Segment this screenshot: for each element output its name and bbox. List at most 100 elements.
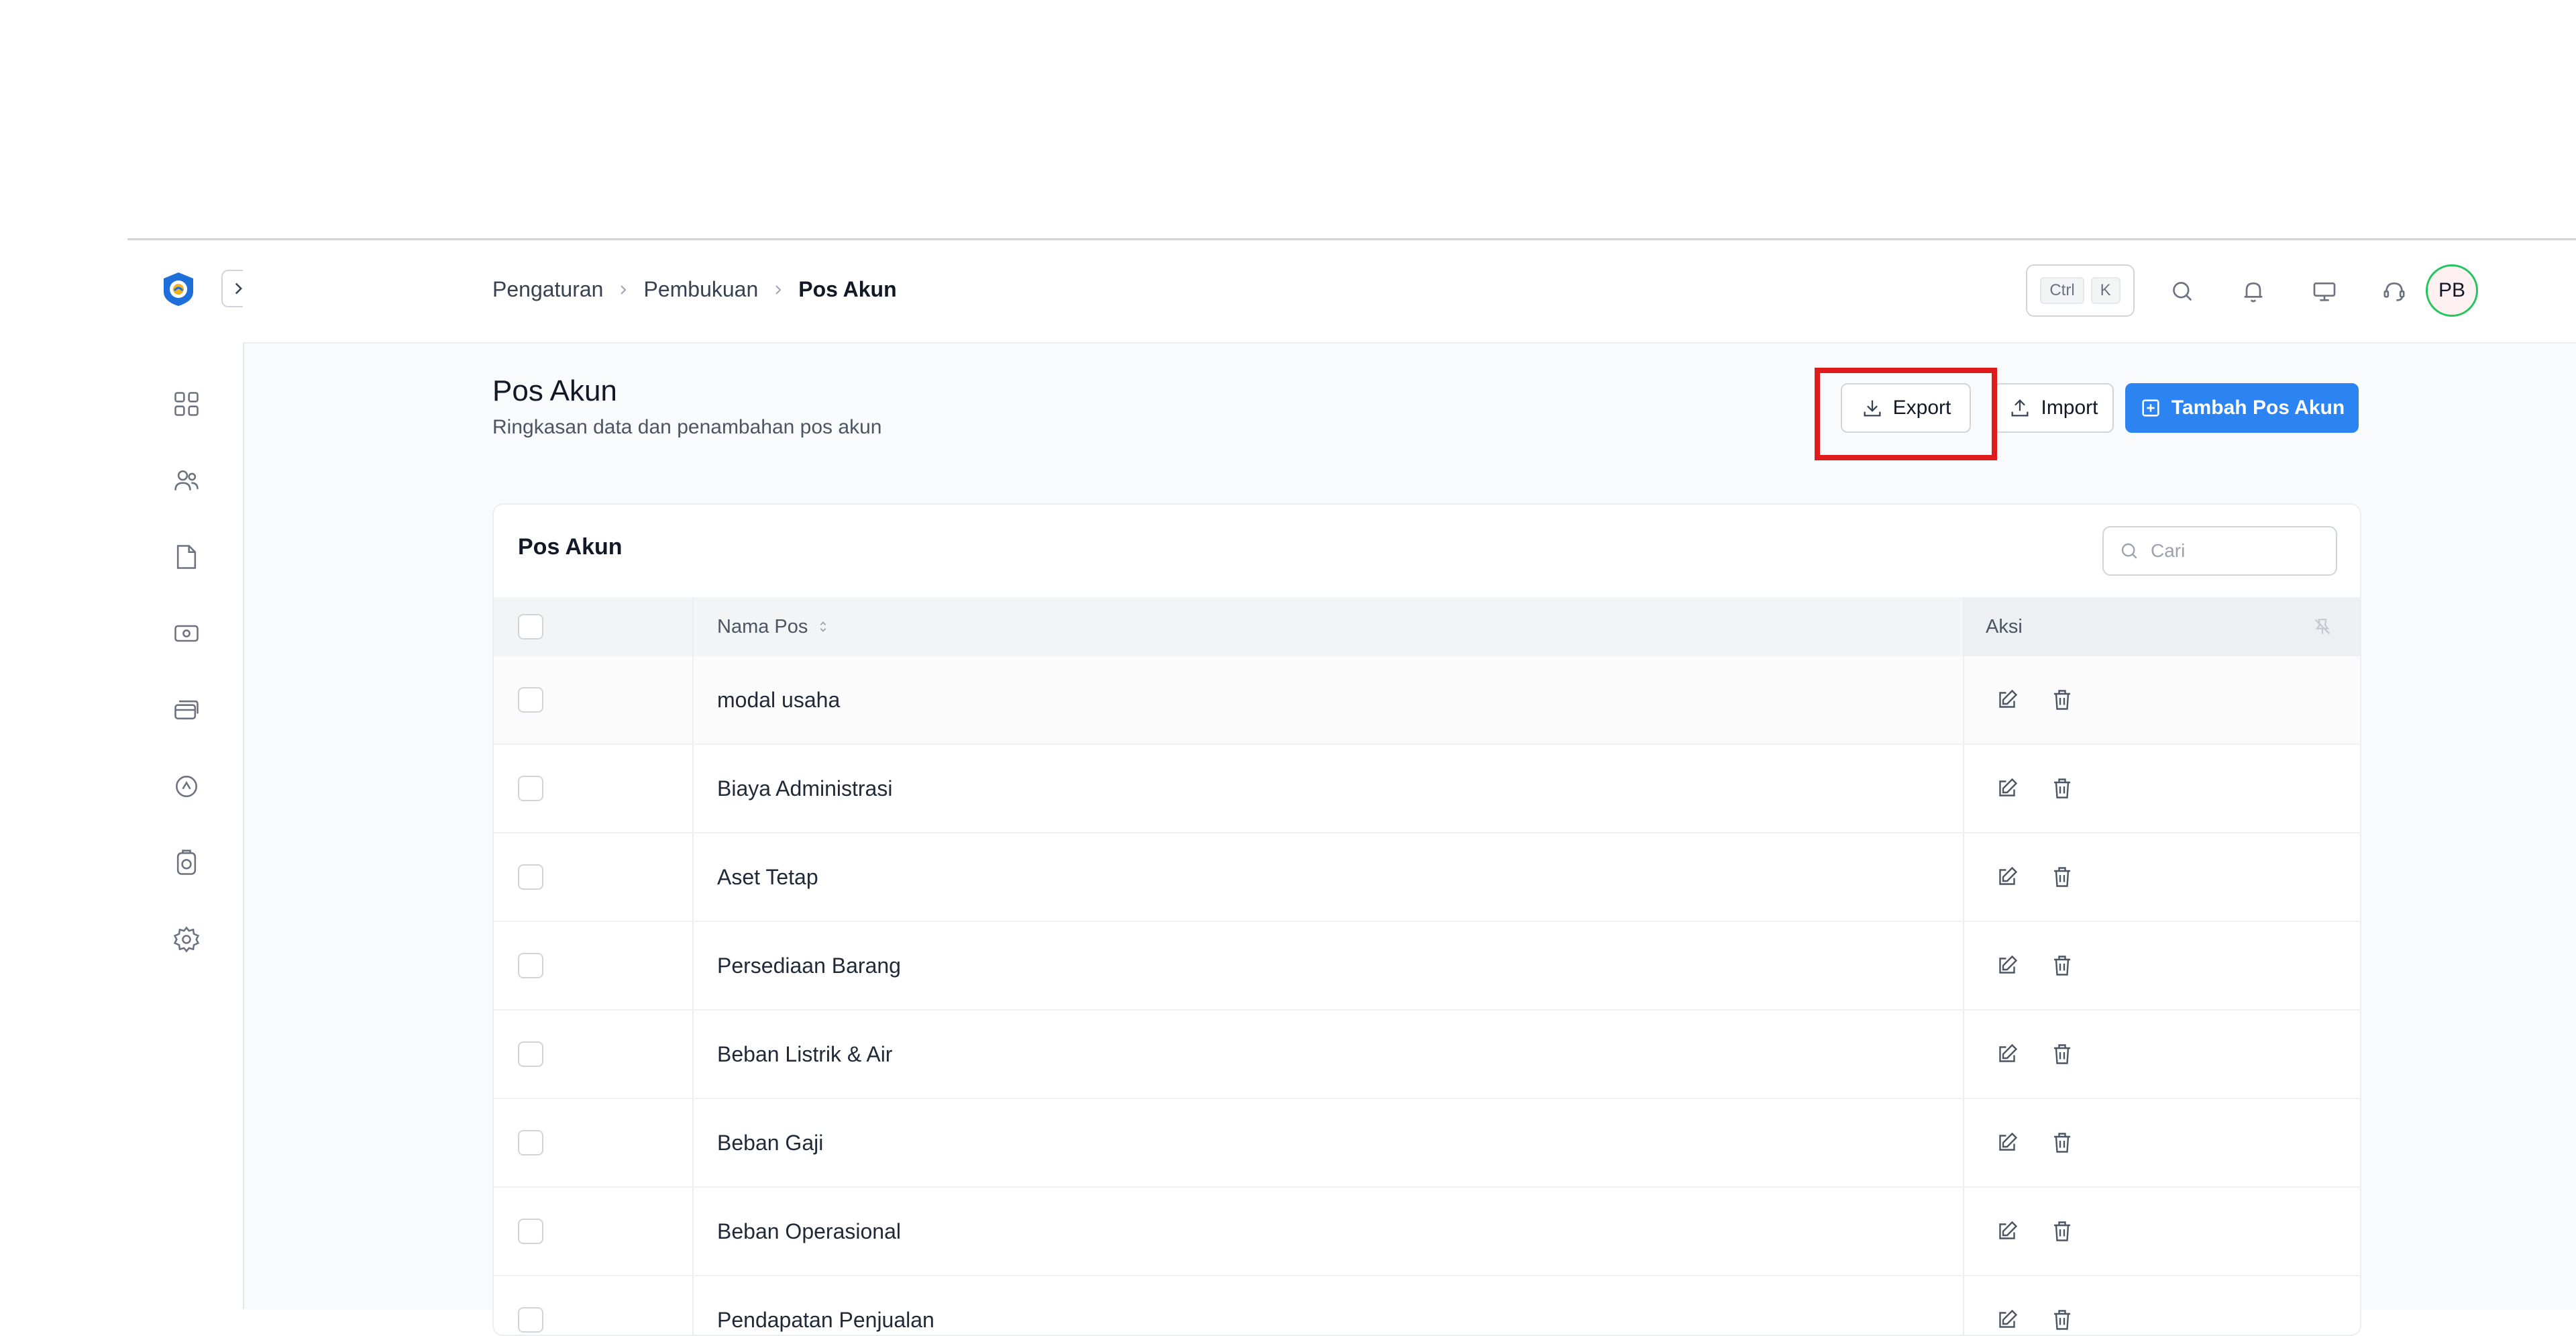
sidebar-item-dashboard[interactable] <box>170 388 203 420</box>
headset-icon <box>2383 282 2405 301</box>
edit-button[interactable] <box>1994 1041 2021 1068</box>
row-actions-cell <box>1963 656 2360 743</box>
row-checkbox[interactable] <box>518 1219 543 1244</box>
notifications-button[interactable] <box>2236 274 2271 309</box>
upload-icon <box>2012 399 2029 417</box>
page-title: Pos Akun <box>492 374 617 407</box>
sidebar-item-payments[interactable] <box>170 694 203 726</box>
plus-square-icon <box>2142 399 2159 417</box>
row-check-cell <box>494 1011 694 1098</box>
row-name: modal usaha <box>717 687 841 712</box>
page-subtitle: Ringkasan data dan penambahan pos akun <box>492 416 882 438</box>
delete-button[interactable] <box>2049 686 2076 713</box>
folder-icon <box>176 545 197 569</box>
trash-icon <box>2054 778 2070 799</box>
edit-button[interactable] <box>1994 952 2021 979</box>
chevron-right-icon <box>615 282 631 298</box>
row-checkbox[interactable] <box>518 864 543 890</box>
table-search[interactable] <box>2102 526 2337 576</box>
edit-icon <box>1999 1132 2018 1151</box>
add-pos-akun-button[interactable]: Tambah Pos Akun <box>2125 383 2359 433</box>
edit-button[interactable] <box>1994 1218 2021 1245</box>
select-all-checkbox[interactable] <box>518 614 543 639</box>
highlight-annotation <box>1815 368 1997 460</box>
app-logo-icon[interactable] <box>160 270 197 308</box>
row-check-cell <box>494 656 694 743</box>
sidebar-item-finance[interactable] <box>170 617 203 650</box>
sidebar-item-inventory[interactable] <box>170 847 203 879</box>
edit-button[interactable] <box>1994 1306 2021 1333</box>
trash-icon <box>2054 1133 2070 1153</box>
column-header-nama-pos[interactable]: Nama Pos <box>717 597 830 656</box>
user-avatar[interactable]: PB <box>2426 264 2478 317</box>
pos-akun-table: Nama Pos Aksi modal usaha Biaya Administ… <box>494 597 2360 1335</box>
row-actions-cell <box>1963 1099 2360 1186</box>
delete-button[interactable] <box>2049 1218 2076 1245</box>
column-header-aksi: Aksi <box>1963 597 2360 656</box>
row-checkbox[interactable] <box>518 1041 543 1067</box>
cards-icon <box>174 700 199 720</box>
row-check-cell <box>494 922 694 1009</box>
sidebar-item-reports[interactable] <box>170 770 203 803</box>
search-input[interactable] <box>2149 539 2313 562</box>
delete-button[interactable] <box>2049 1306 2076 1333</box>
delete-button[interactable] <box>2049 864 2076 890</box>
edit-icon <box>1999 955 2018 974</box>
support-button[interactable] <box>2377 274 2412 309</box>
header-search-button[interactable] <box>2165 274 2200 309</box>
table-row: Beban Listrik & Air <box>494 1011 2360 1099</box>
unpin-icon[interactable] <box>2312 616 2333 637</box>
chevron-right-icon <box>770 282 786 298</box>
sort-icon <box>820 621 826 632</box>
pos-akun-card: Pos Akun Nama Pos Aksi <box>492 503 2361 1336</box>
import-button[interactable]: Import <box>1993 383 2114 433</box>
row-actions-cell <box>1963 1011 2360 1098</box>
row-name: Aset Tetap <box>717 864 818 889</box>
kbd-k: K <box>2090 277 2121 304</box>
edit-button[interactable] <box>1994 1129 2021 1156</box>
delete-button[interactable] <box>2049 1041 2076 1068</box>
row-actions-cell <box>1963 1276 2360 1335</box>
delete-button[interactable] <box>2049 952 2076 979</box>
row-name: Biaya Administrasi <box>717 776 893 801</box>
command-palette-shortcut[interactable]: Ctrl K <box>2026 264 2135 317</box>
breadcrumb-item-pengaturan[interactable]: Pengaturan <box>492 277 603 302</box>
edit-icon <box>1999 866 2018 885</box>
chart-icon <box>176 776 197 797</box>
row-check-cell <box>494 1099 694 1186</box>
delete-button[interactable] <box>2049 1129 2076 1156</box>
table-row: Pendapatan Penjualan <box>494 1276 2360 1335</box>
display-button[interactable] <box>2307 274 2342 309</box>
edit-icon <box>1999 778 2018 797</box>
edit-button[interactable] <box>1994 686 2021 713</box>
row-checkbox[interactable] <box>518 953 543 978</box>
sidebar-item-documents[interactable] <box>170 541 203 573</box>
row-name: Beban Gaji <box>717 1130 824 1155</box>
row-checkbox[interactable] <box>518 687 543 713</box>
kbd-ctrl: Ctrl <box>2040 277 2084 304</box>
edit-icon <box>1999 1221 2018 1239</box>
add-pos-akun-label: Tambah Pos Akun <box>2171 397 2345 419</box>
dashboard-icon <box>174 392 199 416</box>
edit-icon <box>1999 1043 2018 1062</box>
row-actions-cell <box>1963 1188 2360 1275</box>
row-checkbox[interactable] <box>518 1307 543 1333</box>
wallet-icon <box>174 625 199 642</box>
row-check-cell <box>494 1188 694 1275</box>
delete-button[interactable] <box>2049 775 2076 802</box>
sidebar-item-users[interactable] <box>170 464 203 497</box>
card-title: Pos Akun <box>518 534 623 560</box>
row-name: Persediaan Barang <box>717 953 901 978</box>
row-checkbox[interactable] <box>518 776 543 801</box>
app-root: Pengaturan Pembukuan Pos Akun Ctrl K PB … <box>127 240 2576 1336</box>
edit-button[interactable] <box>1994 864 2021 890</box>
sidebar <box>127 240 259 1309</box>
table-row: modal usaha <box>494 656 2360 745</box>
header-check-cell <box>494 597 694 656</box>
breadcrumb-item-pembukuan[interactable]: Pembukuan <box>643 277 758 302</box>
row-check-cell <box>494 833 694 921</box>
edit-button[interactable] <box>1994 775 2021 802</box>
sidebar-item-settings[interactable] <box>170 923 203 956</box>
users-icon <box>174 470 199 491</box>
row-checkbox[interactable] <box>518 1130 543 1155</box>
